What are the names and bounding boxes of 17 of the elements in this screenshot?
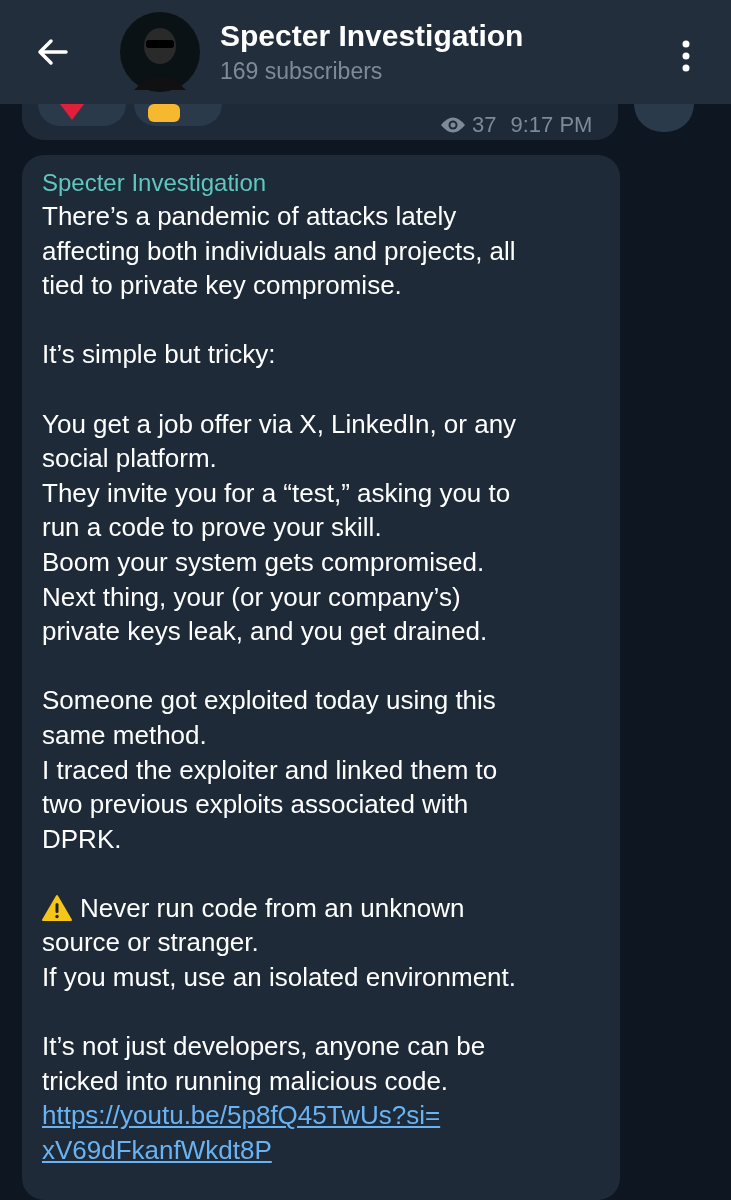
message-text: Never run code from an unknown bbox=[80, 891, 465, 925]
message-paragraph: There’s a pandemic of attacks lately affecting both individuals and projects, all tied to private key compromise. bbox=[42, 200, 516, 303]
subscriber-count: 169 subscribers bbox=[220, 57, 384, 86]
video-link[interactable]: https://youtu.be/5p8fQ45TwUs?si= xV69dFkanfWkdt8P bbox=[42, 1098, 441, 1168]
back-arrow-icon[interactable] bbox=[36, 38, 68, 66]
message-time: 9:17 PM bbox=[510, 111, 593, 139]
more-options-icon[interactable] bbox=[680, 40, 692, 72]
channel-title: Specter Investigation bbox=[220, 18, 524, 54]
warning-icon bbox=[42, 893, 72, 922]
message-paragraph: It’s not just developers, anyone can be tricked into running malicious code. bbox=[42, 1030, 486, 1098]
view-count: 37 bbox=[472, 111, 497, 139]
sender-name[interactable]: Specter Investigation bbox=[42, 167, 620, 199]
message-paragraph: You get a job offer via X, LinkedIn, or any social platform. They invite you for a “test,” asking you to run a code to prove your skill. Boom your system gets compromised. Next thing, your (or your company’s) private keys leak, and you get drained. bbox=[42, 407, 517, 649]
message-paragraph: Someone got exploited today using this same method. I traced the exploiter and linked them to two previous exploits associated with DPRK. bbox=[42, 684, 498, 856]
eye-icon bbox=[440, 115, 466, 134]
message-paragraph: It’s simple but tricky: bbox=[42, 338, 276, 372]
message-paragraph: source or stranger. If you must, use an isolated environment. bbox=[42, 926, 518, 995]
